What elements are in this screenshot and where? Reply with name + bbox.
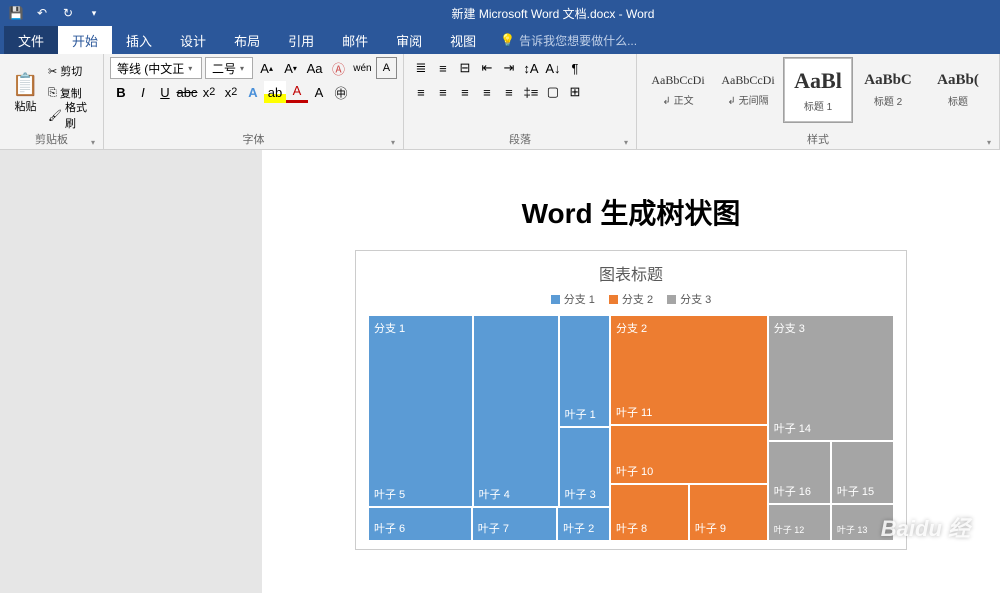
subscript-button[interactable]: x2 <box>198 81 220 103</box>
italic-button[interactable]: I <box>132 81 154 103</box>
tell-me-placeholder: 告诉我您想要做什么... <box>519 32 637 49</box>
chart-title: 图表标题 <box>368 261 894 285</box>
legend-item: 分支 1 <box>551 291 595 307</box>
group-label-clipboard[interactable]: 剪贴板 <box>6 129 97 149</box>
paste-icon: 📋 <box>12 72 39 98</box>
tab-insert[interactable]: 插入 <box>112 26 166 54</box>
align-left-icon[interactable]: ≡ <box>410 81 432 103</box>
tab-design[interactable]: 设计 <box>166 26 220 54</box>
enclose-char-icon[interactable]: ㊥ <box>330 81 352 103</box>
qat-customize-icon[interactable]: ▾ <box>82 2 106 24</box>
window-title: 新建 Microsoft Word 文档.docx - Word <box>106 5 1000 22</box>
underline-button[interactable]: U <box>154 81 176 103</box>
tab-layout[interactable]: 布局 <box>220 26 274 54</box>
tab-home[interactable]: 开始 <box>58 26 112 54</box>
tab-file[interactable]: 文件 <box>4 26 58 54</box>
char-shading-icon[interactable]: A <box>308 81 330 103</box>
line-spacing-icon[interactable]: ‡≡ <box>520 81 542 103</box>
title-bar: 💾 ↶ ↻ ▾ 新建 Microsoft Word 文档.docx - Word <box>0 0 1000 26</box>
align-center-icon[interactable]: ≡ <box>432 81 454 103</box>
workspace: Word 生成树状图 图表标题 分支 1 分支 2 分支 3 分支 1叶子 5 叶子… <box>0 150 1000 593</box>
navigation-pane[interactable] <box>0 150 262 593</box>
paste-button[interactable]: 📋 粘贴 <box>6 57 45 129</box>
cut-button[interactable]: ✂剪切 <box>45 60 97 82</box>
numbering-icon[interactable]: ≡ <box>432 57 454 79</box>
shrink-font-icon[interactable]: A▾ <box>280 57 301 79</box>
text-effects-icon[interactable]: A <box>242 81 264 103</box>
sort-icon[interactable]: A↓ <box>542 57 564 79</box>
show-marks-icon[interactable]: ¶ <box>564 57 586 79</box>
increase-indent-icon[interactable]: ⇥ <box>498 57 520 79</box>
ribbon-tabs: 文件 开始 插入 设计 布局 引用 邮件 审阅 视图 💡 告诉我您想要做什么..… <box>0 26 1000 54</box>
format-painter-button[interactable]: 🖌格式刷 <box>45 104 97 126</box>
treemap-body: 分支 1叶子 5 叶子 4 叶子 1 叶子 3 叶子 6 叶子 7 叶子 2 分… <box>368 315 894 541</box>
scissors-icon: ✂ <box>48 65 57 78</box>
justify-icon[interactable]: ≡ <box>476 81 498 103</box>
tab-mailings[interactable]: 邮件 <box>328 26 382 54</box>
font-size-combo[interactable]: 二号▾ <box>205 57 253 79</box>
document-heading: Word 生成树状图 <box>291 192 971 232</box>
style-标题[interactable]: AaBb(标题 <box>923 57 993 123</box>
phonetic-guide-icon[interactable]: wén <box>352 57 373 79</box>
ribbon: 📋 粘贴 ✂剪切 ⎘复制 🖌格式刷 剪贴板 等线 (中文正▾ 二号▾ A▴ A▾… <box>0 54 1000 150</box>
grow-font-icon[interactable]: A▴ <box>256 57 277 79</box>
tab-references[interactable]: 引用 <box>274 26 328 54</box>
paste-label: 粘贴 <box>15 98 37 114</box>
change-case-icon[interactable]: Aa <box>304 57 325 79</box>
style-↲无间隔[interactable]: AaBbCcDi↲ 无间隔 <box>713 57 783 123</box>
shading-icon[interactable]: ▢ <box>542 81 564 103</box>
group-font: 等线 (中文正▾ 二号▾ A▴ A▾ Aa Ⓐ wén A B I U abc … <box>104 54 404 149</box>
bullets-icon[interactable]: ≣ <box>410 57 432 79</box>
style-标题2[interactable]: AaBbC标题 2 <box>853 57 923 123</box>
tab-view[interactable]: 视图 <box>436 26 490 54</box>
document-area[interactable]: Word 生成树状图 图表标题 分支 1 分支 2 分支 3 分支 1叶子 5 叶子… <box>262 150 1000 593</box>
tab-review[interactable]: 审阅 <box>382 26 436 54</box>
font-color-icon[interactable]: A <box>286 81 308 103</box>
save-icon[interactable]: 💾 <box>4 2 28 24</box>
chart-legend: 分支 1 分支 2 分支 3 <box>368 291 894 307</box>
copy-icon: ⎘ <box>48 87 57 100</box>
strike-button[interactable]: abc <box>176 81 198 103</box>
superscript-button[interactable]: x2 <box>220 81 242 103</box>
group-styles: AaBbCcDi↲ 正文AaBbCcDi↲ 无间隔AaBl标题 1AaBbC标题… <box>637 54 1000 149</box>
bold-button[interactable]: B <box>110 81 132 103</box>
group-label-font[interactable]: 字体 <box>110 129 397 149</box>
page: Word 生成树状图 图表标题 分支 1 分支 2 分支 3 分支 1叶子 5 叶子… <box>291 192 971 550</box>
distribute-icon[interactable]: ≡ <box>498 81 520 103</box>
legend-item: 分支 2 <box>609 291 653 307</box>
char-border-icon[interactable]: A <box>376 57 397 79</box>
multilevel-icon[interactable]: ⊟ <box>454 57 476 79</box>
tell-me-search[interactable]: 💡 告诉我您想要做什么... <box>490 26 637 54</box>
group-clipboard: 📋 粘贴 ✂剪切 ⎘复制 🖌格式刷 剪贴板 <box>0 54 104 149</box>
lightbulb-icon: 💡 <box>500 33 515 47</box>
legend-item: 分支 3 <box>667 291 711 307</box>
group-label-styles[interactable]: 样式 <box>643 129 993 149</box>
undo-icon[interactable]: ↶ <box>30 2 54 24</box>
redo-icon[interactable]: ↻ <box>56 2 80 24</box>
decrease-indent-icon[interactable]: ⇤ <box>476 57 498 79</box>
quick-access-toolbar: 💾 ↶ ↻ ▾ <box>0 2 106 24</box>
clear-format-icon[interactable]: Ⓐ <box>328 57 349 79</box>
highlight-icon[interactable]: ab <box>264 81 286 103</box>
text-direction-icon[interactable]: ↕A <box>520 57 542 79</box>
font-family-combo[interactable]: 等线 (中文正▾ <box>110 57 202 79</box>
align-right-icon[interactable]: ≡ <box>454 81 476 103</box>
group-paragraph: ≣ ≡ ⊟ ⇤ ⇥ ↕A A↓ ¶ ≡ ≡ ≡ ≡ ≡ ‡≡ ▢ ⊞ 段落 <box>404 54 637 149</box>
brush-icon: 🖌 <box>48 109 62 122</box>
style-标题1[interactable]: AaBl标题 1 <box>783 57 853 123</box>
borders-icon[interactable]: ⊞ <box>564 81 586 103</box>
treemap-chart[interactable]: 图表标题 分支 1 分支 2 分支 3 分支 1叶子 5 叶子 4 叶子 1 叶子 … <box>355 250 907 550</box>
style-↲正文[interactable]: AaBbCcDi↲ 正文 <box>643 57 713 123</box>
group-label-paragraph[interactable]: 段落 <box>410 129 630 149</box>
